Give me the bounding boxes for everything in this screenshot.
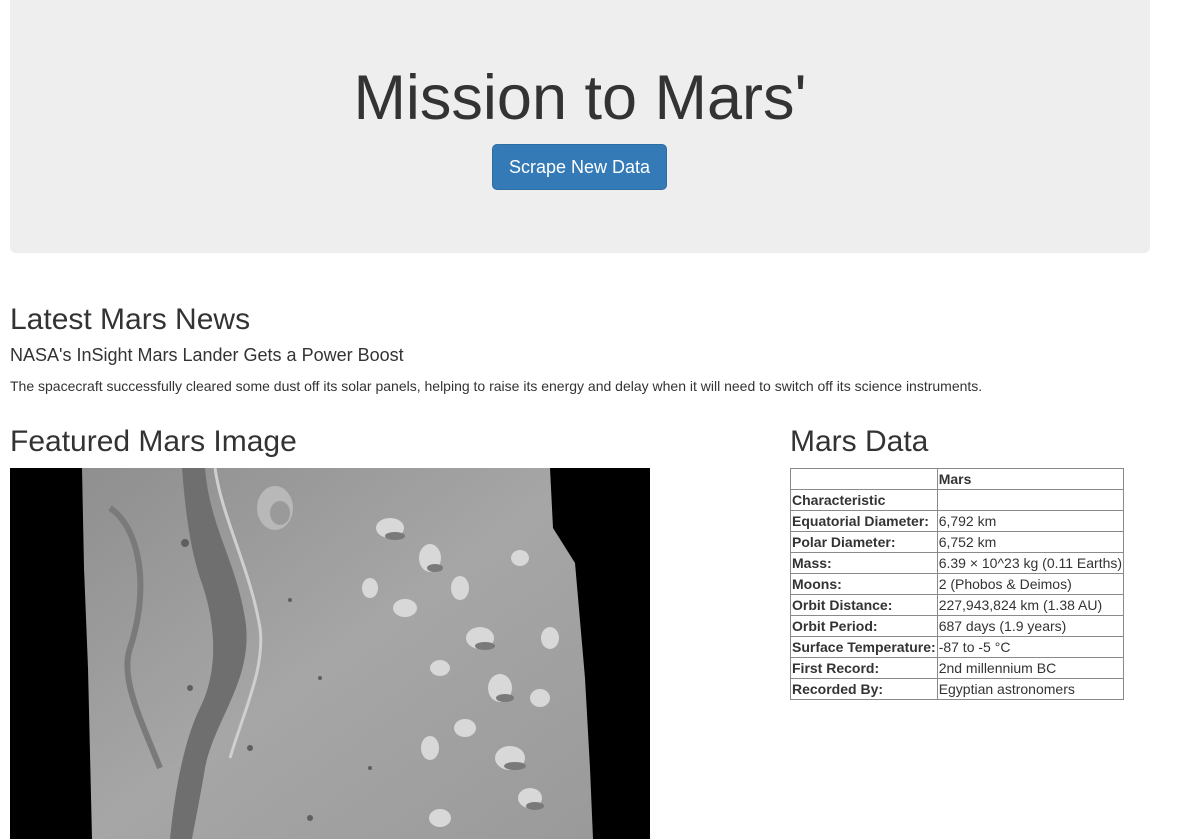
latest-news-heading: Latest Mars News xyxy=(10,303,251,336)
row-value: 227,943,824 km (1.38 AU) xyxy=(936,594,1125,616)
table-corner-cell xyxy=(790,468,938,490)
news-title: NASA's InSight Mars Lander Gets a Power … xyxy=(10,345,404,365)
index-label: Characteristic xyxy=(790,489,938,511)
row-value: -87 to -5 °C xyxy=(936,636,1125,658)
scrape-new-data-button[interactable]: Scrape New Data xyxy=(492,144,667,190)
jumbotron: Mission to Mars' Scrape New Data xyxy=(10,0,1150,253)
row-label: Equatorial Diameter: xyxy=(790,510,938,532)
row-label: Orbit Period: xyxy=(790,615,938,637)
row-value: 2nd millennium BC xyxy=(936,657,1125,679)
table-row: Equatorial Diameter: 6,792 km xyxy=(790,510,1125,532)
table-row: Surface Temperature: -87 to -5 °C xyxy=(790,636,1125,658)
mars-terrain-image xyxy=(10,468,650,839)
row-value: 6,752 km xyxy=(936,531,1125,553)
index-empty-cell xyxy=(936,489,1125,511)
table-row: Mass: 6.39 × 10^23 kg (0.11 Earths) xyxy=(790,552,1125,574)
news-teaser: The spacecraft successfully cleared some… xyxy=(10,378,983,394)
table-row: Orbit Distance: 227,943,824 km (1.38 AU) xyxy=(790,594,1125,616)
table-row: First Record: 2nd millennium BC xyxy=(790,657,1125,679)
table-row: Moons: 2 (Phobos & Deimos) xyxy=(790,573,1125,595)
featured-image-heading: Featured Mars Image xyxy=(10,425,297,458)
row-label: Surface Temperature: xyxy=(790,636,938,658)
mars-data-heading: Mars Data xyxy=(790,425,929,458)
row-value: 6.39 × 10^23 kg (0.11 Earths) xyxy=(936,552,1125,574)
mars-facts-table: Mars Characteristic Equatorial Diameter:… xyxy=(790,468,1125,700)
column-header-mars: Mars xyxy=(936,468,1125,490)
row-label: Orbit Distance: xyxy=(790,594,938,616)
row-label: Moons: xyxy=(790,573,938,595)
row-label: Mass: xyxy=(790,552,938,574)
table-header-row: Mars xyxy=(790,468,1125,490)
row-label: Recorded By: xyxy=(790,678,938,700)
row-label: Polar Diameter: xyxy=(790,531,938,553)
row-label: First Record: xyxy=(790,657,938,679)
table-index-row: Characteristic xyxy=(790,489,1125,511)
featured-mars-image xyxy=(10,468,650,839)
row-value: 2 (Phobos & Deimos) xyxy=(936,573,1125,595)
table-row: Orbit Period: 687 days (1.9 years) xyxy=(790,615,1125,637)
page-title: Mission to Mars' xyxy=(353,63,807,133)
row-value: Egyptian astronomers xyxy=(936,678,1125,700)
table-row: Polar Diameter: 6,752 km xyxy=(790,531,1125,553)
table-row: Recorded By: Egyptian astronomers xyxy=(790,678,1125,700)
row-value: 6,792 km xyxy=(936,510,1125,532)
row-value: 687 days (1.9 years) xyxy=(936,615,1125,637)
